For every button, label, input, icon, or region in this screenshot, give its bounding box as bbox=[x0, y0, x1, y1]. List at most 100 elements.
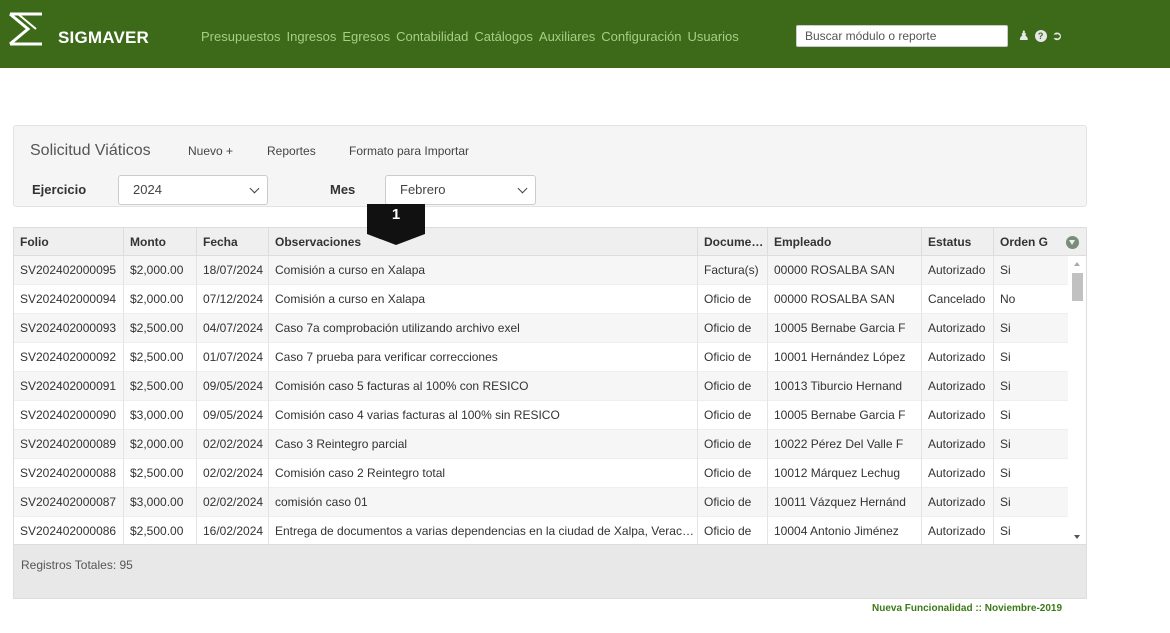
scroll-down-icon[interactable] bbox=[1074, 535, 1080, 539]
nav-presupuestos[interactable]: Presupuestos bbox=[201, 29, 281, 44]
top-icons: ♟ ? ➲ bbox=[1018, 29, 1063, 43]
nav-configuracion[interactable]: Configuración bbox=[601, 29, 681, 44]
grid-body: SV202402000095 $2,000.00 18/07/2024 Comisió… bbox=[14, 256, 1068, 544]
cell-fecha: 07/12/2024 bbox=[197, 285, 269, 314]
col-documentos[interactable]: Documentos bbox=[698, 228, 768, 256]
cell-monto: $2,000.00 bbox=[124, 430, 197, 459]
mes-select[interactable]: Febrero bbox=[385, 175, 536, 205]
app-name[interactable]: SIGMAVER bbox=[58, 28, 149, 48]
sigmaver-logo-icon[interactable] bbox=[8, 12, 44, 48]
nav-contabilidad[interactable]: Contabilidad bbox=[396, 29, 468, 44]
table-row[interactable]: SV202402000090 $3,000.00 09/05/2024 Comisió… bbox=[14, 401, 1068, 430]
table-row[interactable]: SV202402000089 $2,000.00 02/02/2024 Caso 3 … bbox=[14, 430, 1068, 459]
col-empleado[interactable]: Empleado bbox=[768, 228, 922, 256]
scroll-up-icon[interactable] bbox=[1074, 262, 1080, 266]
cell-observaciones: Caso 3 Reintegro parcial bbox=[269, 430, 698, 459]
cell-orden: No bbox=[1000, 292, 1016, 306]
cell-empleado: 10005 Bernabe Garcia F bbox=[768, 314, 922, 343]
cell-documentos: Oficio de bbox=[698, 343, 768, 372]
cell-empleado: 10005 Bernabe Garcia F bbox=[768, 401, 922, 430]
cell-documentos: Oficio de bbox=[698, 401, 768, 430]
cell-estatus: Autorizado bbox=[922, 430, 994, 459]
cell-empleado: 10022 Pérez Del Valle F bbox=[768, 430, 922, 459]
nav-ingresos[interactable]: Ingresos bbox=[287, 29, 337, 44]
cell-estatus: Autorizado bbox=[922, 488, 994, 517]
col-observaciones[interactable]: Observaciones bbox=[269, 228, 698, 256]
step-marker-pointer bbox=[367, 234, 425, 245]
cell-orden: Si bbox=[1000, 408, 1011, 422]
chevron-down-icon bbox=[249, 183, 260, 194]
col-folio[interactable]: Folio bbox=[14, 228, 124, 256]
cell-folio: SV202402000090 bbox=[14, 401, 124, 430]
page-title: Solicitud Viáticos bbox=[30, 142, 151, 159]
nav-auxiliares[interactable]: Auxiliares bbox=[539, 29, 595, 44]
col-fecha[interactable]: Fecha bbox=[197, 228, 269, 256]
cell-estatus: Cancelado bbox=[922, 285, 994, 314]
cell-folio: SV202402000089 bbox=[14, 430, 124, 459]
cell-estatus: Autorizado bbox=[922, 459, 994, 488]
table-row[interactable]: SV202402000095 $2,000.00 18/07/2024 Comisió… bbox=[14, 256, 1068, 285]
cell-folio: SV202402000087 bbox=[14, 488, 124, 517]
scroll-thumb[interactable] bbox=[1072, 273, 1083, 301]
cell-fecha: 09/05/2024 bbox=[197, 372, 269, 401]
filter-panel: Solicitud Viáticos Nuevo + Reportes Form… bbox=[13, 125, 1087, 207]
user-icon[interactable]: ♟ bbox=[1018, 29, 1030, 43]
cell-empleado: 00000 ROSALBA SAN bbox=[768, 285, 922, 314]
cell-empleado: 10011 Vázquez Hernánd bbox=[768, 488, 922, 517]
cell-orden: Si bbox=[1000, 524, 1011, 538]
ejercicio-select[interactable]: 2024 bbox=[118, 175, 268, 205]
grid-scrollbar[interactable] bbox=[1069, 256, 1086, 544]
cell-fecha: 02/02/2024 bbox=[197, 459, 269, 488]
footer-note: Nueva Funcionalidad :: Noviembre-2019 bbox=[872, 603, 1063, 614]
table-row[interactable]: SV202402000093 $2,500.00 04/07/2024 Caso 7a… bbox=[14, 314, 1068, 343]
main-nav: Presupuestos Ingresos Egresos Contabilid… bbox=[201, 29, 739, 44]
cell-estatus: Autorizado bbox=[922, 372, 994, 401]
cell-observaciones: Comisión caso 4 varias facturas al 100% … bbox=[269, 401, 698, 430]
table-row[interactable]: SV202402000092 $2,500.00 01/07/2024 Caso 7 … bbox=[14, 343, 1068, 372]
cell-observaciones: Comisión a curso en Xalapa bbox=[269, 285, 698, 314]
cell-monto: $2,000.00 bbox=[124, 256, 197, 285]
cell-empleado: 10013 Tiburcio Hernand bbox=[768, 372, 922, 401]
cell-documentos: Oficio de bbox=[698, 517, 768, 544]
grid-header: Folio Monto Fecha Observaciones Document… bbox=[14, 228, 1086, 256]
cell-estatus: Autorizado bbox=[922, 314, 994, 343]
cell-monto: $3,000.00 bbox=[124, 488, 197, 517]
table-row[interactable]: SV202402000087 $3,000.00 02/02/2024 comisió… bbox=[14, 488, 1068, 517]
step-marker: 1 bbox=[367, 204, 425, 234]
logout-icon[interactable]: ➲ bbox=[1052, 29, 1063, 43]
cell-documentos: Oficio de bbox=[698, 314, 768, 343]
top-navbar: SIGMAVER Presupuestos Ingresos Egresos C… bbox=[0, 0, 1170, 68]
cell-observaciones: Entrega de documentos a varias dependenc… bbox=[269, 517, 698, 544]
import-format-link[interactable]: Formato para Importar bbox=[349, 144, 469, 158]
cell-orden: Si bbox=[1000, 321, 1011, 335]
col-estatus[interactable]: Estatus bbox=[922, 228, 994, 256]
cell-fecha: 02/02/2024 bbox=[197, 488, 269, 517]
total-records: Registros Totales: 95 bbox=[21, 558, 133, 572]
nav-catalogos[interactable]: Catálogos bbox=[474, 29, 533, 44]
cell-empleado: 10001 Hernández López bbox=[768, 343, 922, 372]
nav-usuarios[interactable]: Usuarios bbox=[687, 29, 738, 44]
nav-egresos[interactable]: Egresos bbox=[342, 29, 390, 44]
chevron-down-icon bbox=[517, 183, 528, 194]
column-menu-icon[interactable] bbox=[1066, 236, 1079, 249]
table-row[interactable]: SV202402000091 $2,500.00 09/05/2024 Comisió… bbox=[14, 372, 1068, 401]
table-row[interactable]: SV202402000088 $2,500.00 02/02/2024 Comisió… bbox=[14, 459, 1068, 488]
col-orden[interactable]: Orden G bbox=[994, 228, 1059, 256]
module-search-input[interactable] bbox=[796, 25, 1008, 47]
table-row[interactable]: SV202402000086 $2,500.00 16/02/2024 Entrega… bbox=[14, 517, 1068, 544]
grid-footer: Registros Totales: 95 bbox=[14, 544, 1086, 598]
new-link[interactable]: Nuevo + bbox=[188, 144, 233, 158]
cell-monto: $2,000.00 bbox=[124, 285, 197, 314]
col-monto[interactable]: Monto bbox=[124, 228, 197, 256]
reports-link[interactable]: Reportes bbox=[267, 144, 316, 158]
cell-fecha: 02/02/2024 bbox=[197, 430, 269, 459]
ejercicio-value: 2024 bbox=[133, 182, 162, 197]
cell-folio: SV202402000093 bbox=[14, 314, 124, 343]
cell-fecha: 01/07/2024 bbox=[197, 343, 269, 372]
help-icon[interactable]: ? bbox=[1034, 30, 1047, 42]
cell-observaciones: Comisión caso 2 Reintegro total bbox=[269, 459, 698, 488]
cell-estatus: Autorizado bbox=[922, 517, 994, 544]
cell-monto: $2,500.00 bbox=[124, 314, 197, 343]
cell-orden: Si bbox=[1000, 437, 1011, 451]
table-row[interactable]: SV202402000094 $2,000.00 07/12/2024 Comisió… bbox=[14, 285, 1068, 314]
